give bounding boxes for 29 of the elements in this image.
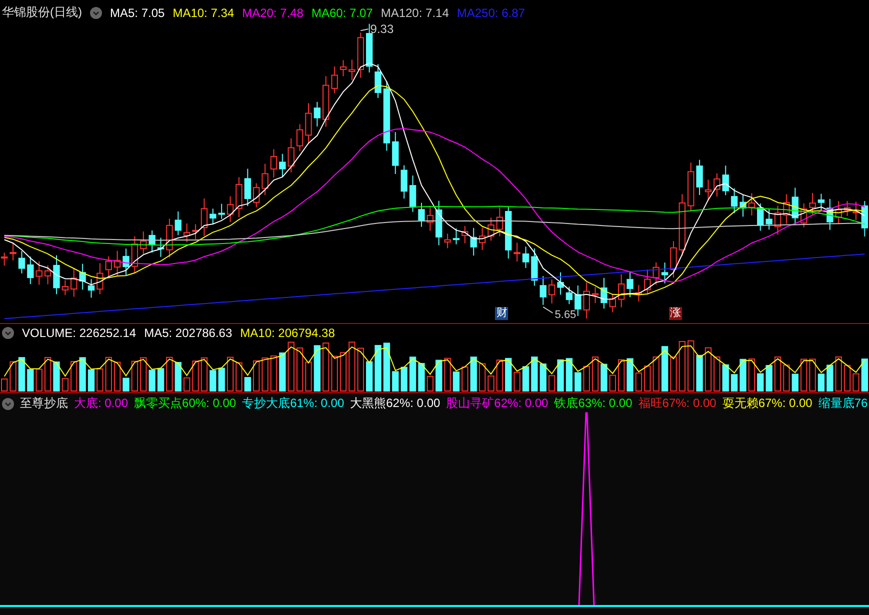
indicator-value: 飘零买点60%: 0.00: [134, 395, 236, 412]
event-marker[interactable]: 财: [495, 307, 508, 320]
price-label: 9.33: [370, 22, 394, 36]
leader-line: [360, 28, 369, 32]
indicator-value: 铁底63%: 0.00: [554, 395, 632, 412]
indicator-title: 至尊抄底: [20, 395, 68, 412]
indicator-value: MA120: 7.14: [380, 6, 449, 20]
indicator-value: VOLUME: 226252.14: [22, 326, 136, 340]
indicator-value: MA5: 202786.63: [144, 326, 232, 340]
chevron-down-icon[interactable]: [90, 6, 102, 18]
indicator-value: 缩量底76: [818, 395, 868, 412]
indicator-value: 股山寻矿62%: 0.00: [446, 395, 548, 412]
indicator-value: MA10: 7.34: [172, 6, 234, 20]
indicator-value: MA10: 206794.38: [240, 326, 335, 340]
indicator-value: 专抄大底61%: 0.00: [242, 395, 344, 412]
indicator-value: MA250: 6.87: [456, 6, 525, 20]
indicator-value: MA60: 7.07: [311, 6, 373, 20]
leader-line: [542, 306, 554, 314]
chevron-down-icon[interactable]: [2, 398, 14, 410]
indicator-value: 耍无赖67%: 0.00: [722, 395, 812, 412]
event-marker[interactable]: 涨: [669, 307, 682, 320]
indicator-value: 福旺67%: 0.00: [638, 395, 716, 412]
chart-title: 华锦股份(日线): [2, 4, 82, 21]
price-label: 5.65: [554, 309, 576, 321]
indicator-value: 大底: 0.00: [74, 395, 128, 412]
indicator-value: 大黑熊62%: 0.00: [350, 395, 440, 412]
indicator-value: MA20: 7.48: [242, 6, 304, 20]
chevron-down-icon[interactable]: [2, 327, 14, 339]
indicator-value: MA5: 7.05: [110, 6, 165, 20]
